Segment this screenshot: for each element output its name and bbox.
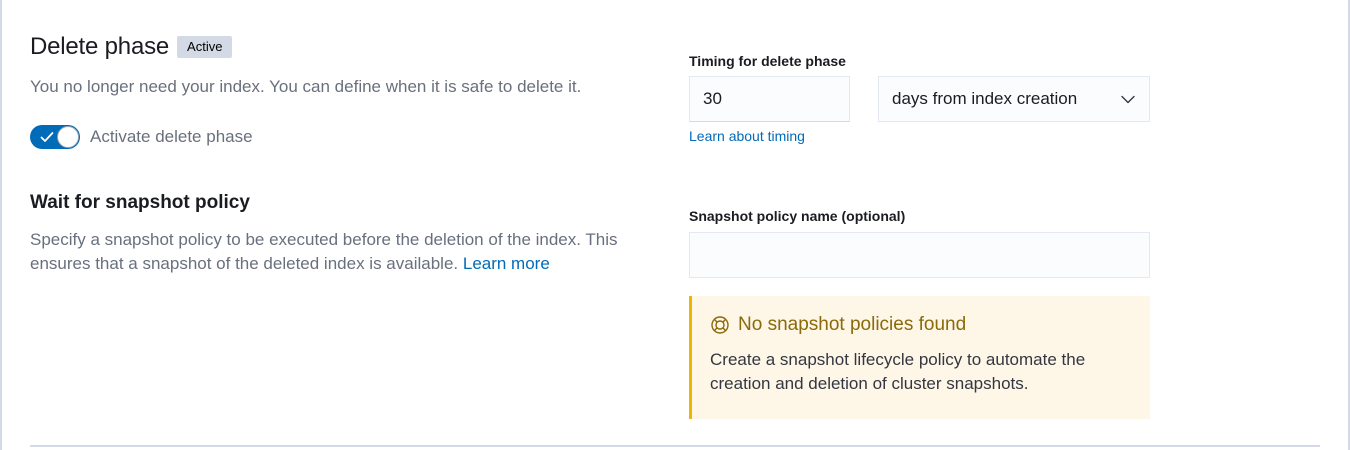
- timing-unit-select[interactable]: days from index creation: [878, 76, 1150, 122]
- callout-body: Create a snapshot lifecycle policy to au…: [710, 350, 1086, 393]
- status-badge: Active: [177, 36, 233, 58]
- snapshot-policy-input[interactable]: [689, 232, 1150, 278]
- activate-delete-phase-switch[interactable]: [30, 125, 80, 149]
- phase-header: Delete phase Active: [30, 33, 233, 61]
- callout-header: No snapshot policies found: [710, 314, 1132, 336]
- wait-for-snapshot-description: Specify a snapshot policy to be executed…: [30, 228, 650, 276]
- snapshot-policy-label: Snapshot policy name (optional): [689, 208, 906, 224]
- activate-delete-phase-label[interactable]: Activate delete phase: [90, 127, 253, 147]
- chevron-down-icon: [1121, 95, 1135, 104]
- phase-title: Delete phase: [30, 33, 170, 60]
- switch-knob: [57, 126, 79, 148]
- callout-title: No snapshot policies found: [738, 314, 967, 335]
- timing-label: Timing for delete phase: [689, 53, 846, 69]
- phase-description: You no longer need your index. You can d…: [30, 77, 582, 96]
- frame-left-border: [0, 0, 2, 450]
- timing-unit-selected: days from index creation: [892, 89, 1078, 108]
- timing-value-input[interactable]: [689, 76, 850, 122]
- section-divider: [30, 445, 1320, 447]
- help-icon: [711, 316, 729, 334]
- learn-about-timing-link[interactable]: Learn about timing: [689, 128, 805, 144]
- activate-phase-toggle-row: Activate delete phase: [30, 125, 253, 149]
- check-icon: [40, 132, 54, 142]
- wait-for-snapshot-title: Wait for snapshot policy: [30, 192, 250, 213]
- no-policies-callout: No snapshot policies found Create a snap…: [689, 296, 1150, 419]
- learn-more-link[interactable]: Learn more: [463, 254, 550, 273]
